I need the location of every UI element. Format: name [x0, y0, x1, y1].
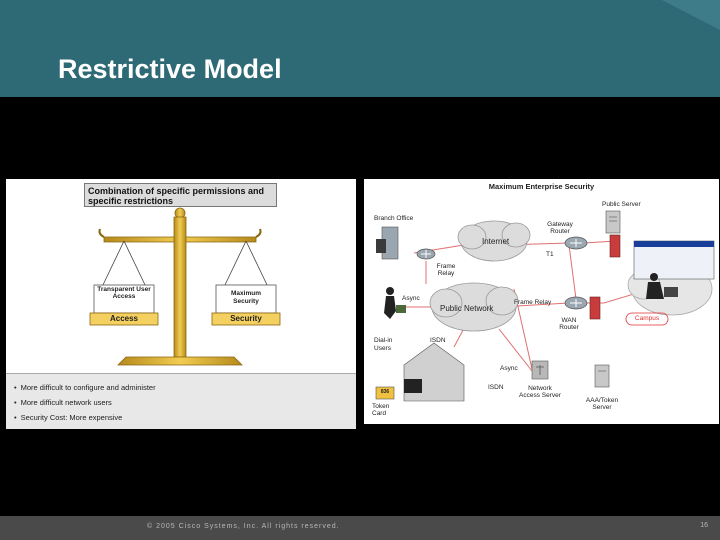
public-server-icon — [605, 210, 621, 234]
label-isdn-2: ISDN — [488, 384, 504, 391]
label-public-network: Public Network — [440, 304, 494, 313]
left-pan-label: Transparent User Access — [97, 286, 151, 300]
wan-router-icon — [564, 296, 588, 310]
slide-footer: © 2005 Cisco Systems, Inc. All rights re… — [0, 516, 720, 540]
label-gateway-router: Gateway Router — [547, 221, 573, 235]
label-token-card: Token Card — [372, 403, 390, 417]
label-public-server: Public Server — [602, 201, 641, 208]
branch-office-icon — [376, 226, 399, 260]
page-title: Restrictive Model — [58, 54, 282, 84]
access-label: Access — [109, 314, 139, 323]
branch-router-icon — [416, 248, 436, 260]
label-isdn-1: ISDN — [430, 337, 446, 344]
bullet-list: More difficult to configure and administ… — [6, 373, 356, 429]
scale-base — [117, 356, 243, 366]
label-frame-relay-1: Frame Relay — [436, 263, 456, 277]
label-campus: Campus — [634, 315, 660, 322]
security-label: Security — [230, 314, 262, 323]
network-title: Maximum Enterprise Security — [488, 182, 595, 191]
scale-illustration — [89, 207, 281, 366]
label-t1: T1 — [546, 251, 554, 258]
token-card-digits: 836 — [380, 389, 390, 395]
network-panel: Maximum Enterprise Security Public Serve… — [364, 179, 719, 424]
scale-post — [173, 216, 187, 358]
firewall-icon — [589, 234, 621, 320]
gateway-router-icon — [564, 236, 588, 250]
nas-icon — [531, 360, 549, 380]
label-frame-relay-2: Frame Relay — [514, 299, 552, 306]
bullet-item: More difficult to configure and administ… — [14, 383, 156, 392]
label-internet: Internet — [482, 237, 510, 246]
label-dialin-users: Dial-in Users — [374, 337, 393, 352]
header-corner-accent — [662, 0, 720, 30]
footer-copyright: © 2005 Cisco Systems, Inc. All rights re… — [147, 523, 340, 530]
bullet-item: Security Cost: More expensive — [14, 413, 123, 422]
home-office-icon — [403, 342, 465, 402]
label-branch-office: Branch Office — [374, 215, 414, 222]
aaa-server-icon — [594, 364, 610, 388]
scale-knob — [174, 207, 186, 219]
label-nas: Network Access Server — [519, 385, 561, 399]
label-async-2: Async — [500, 365, 518, 372]
scale-panel: Combination of specific permissions and … — [6, 179, 356, 429]
dialin-user-icon — [384, 287, 406, 319]
page-number: 16 — [700, 522, 708, 529]
label-aaa-server: AAA/Token Server — [585, 397, 619, 411]
slide-header: Restrictive Model — [0, 0, 720, 97]
right-pan-label: Maximum Security — [231, 290, 261, 305]
bullet-item: More difficult network users — [14, 398, 112, 407]
label-wan-router: WAN Router — [559, 317, 579, 331]
label-async-1: Async — [402, 295, 420, 302]
